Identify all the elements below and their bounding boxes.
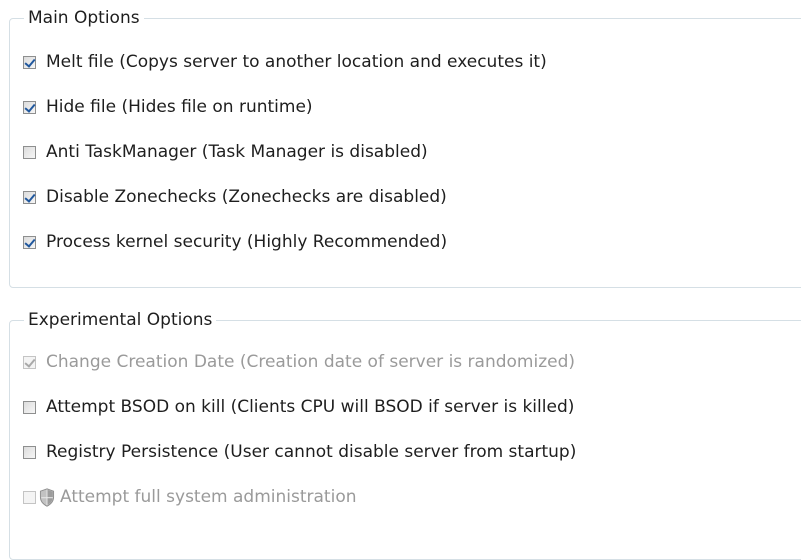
change-creation-date-option: Change Creation Date (Creation date of s… (23, 350, 575, 374)
anti-taskmanager-option[interactable]: Anti TaskManager (Task Manager is disabl… (23, 140, 428, 164)
main-options-group: Main Options Melt file (Copys server to … (9, 7, 801, 288)
experimental-options-legend: Experimental Options (24, 309, 217, 331)
disable-zonechecks-label[interactable]: Disable Zonechecks (Zonechecks are disab… (46, 187, 447, 207)
attempt-bsod-checkbox[interactable] (23, 400, 36, 414)
process-kernel-security-option[interactable]: Process kernel security (Highly Recommen… (23, 230, 447, 254)
uac-shield-icon (39, 487, 55, 507)
disable-zonechecks-option[interactable]: Disable Zonechecks (Zonechecks are disab… (23, 185, 447, 209)
process-kernel-security-label[interactable]: Process kernel security (Highly Recommen… (46, 232, 447, 252)
melt-file-option[interactable]: Melt file (Copys server to another locat… (23, 50, 547, 74)
attempt-bsod-label[interactable]: Attempt BSOD on kill (Clients CPU will B… (46, 397, 574, 417)
full-system-admin-option: Attempt full system administration (23, 485, 357, 509)
anti-taskmanager-label[interactable]: Anti TaskManager (Task Manager is disabl… (46, 142, 428, 162)
change-creation-date-checkbox (23, 355, 36, 369)
hide-file-checkbox[interactable] (23, 100, 36, 114)
anti-taskmanager-checkbox[interactable] (23, 145, 36, 159)
melt-file-checkbox[interactable] (23, 55, 36, 69)
registry-persistence-checkbox[interactable] (23, 445, 36, 459)
hide-file-option[interactable]: Hide file (Hides file on runtime) (23, 95, 313, 119)
main-options-legend: Main Options (24, 7, 144, 29)
registry-persistence-option[interactable]: Registry Persistence (User cannot disabl… (23, 440, 576, 464)
attempt-bsod-option[interactable]: Attempt BSOD on kill (Clients CPU will B… (23, 395, 574, 419)
full-system-admin-checkbox (23, 490, 36, 504)
melt-file-label[interactable]: Melt file (Copys server to another locat… (46, 52, 547, 72)
change-creation-date-label: Change Creation Date (Creation date of s… (46, 352, 576, 372)
experimental-options-group: Experimental Options Change Creation Dat… (9, 309, 801, 560)
hide-file-label[interactable]: Hide file (Hides file on runtime) (46, 97, 313, 117)
disable-zonechecks-checkbox[interactable] (23, 190, 36, 204)
process-kernel-security-checkbox[interactable] (23, 235, 36, 249)
registry-persistence-label[interactable]: Registry Persistence (User cannot disabl… (46, 442, 576, 462)
full-system-admin-label: Attempt full system administration (60, 487, 357, 507)
